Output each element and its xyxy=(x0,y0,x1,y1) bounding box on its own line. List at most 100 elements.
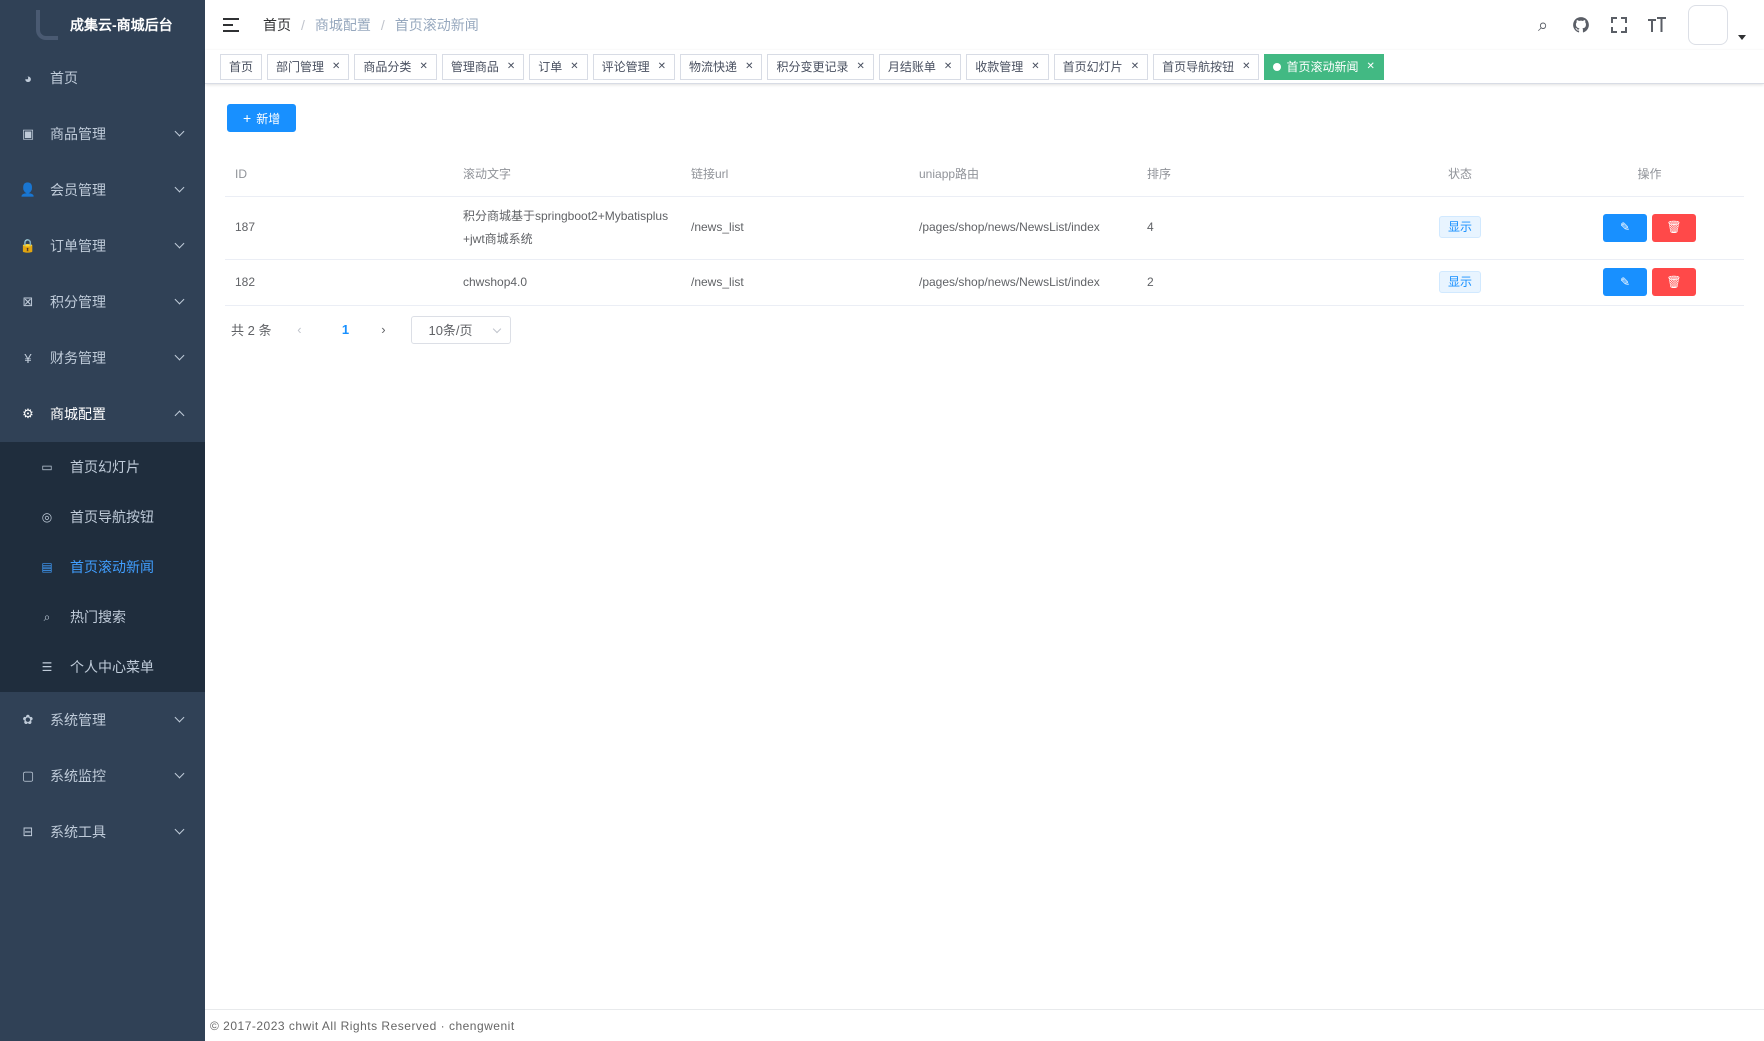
tag-news-active[interactable]: 首页滚动新闻 ✕ xyxy=(1264,53,1384,80)
caret-down-icon[interactable] xyxy=(1738,34,1746,40)
tag-home[interactable]: 首页 xyxy=(220,53,263,80)
sidebar-subitem-label: 热门搜索 xyxy=(70,609,126,625)
tag-dept[interactable]: 部门管理 ✕ xyxy=(267,53,350,80)
sidebar-subitem-nav-buttons[interactable]: ◎ 首页导航按钮 xyxy=(0,492,205,542)
table-row: 182 chwshop4.0 /news_list /pages/shop/ne… xyxy=(225,259,1744,306)
avatar[interactable] xyxy=(1688,5,1728,45)
sidebar-subitem-label: 个人中心菜单 xyxy=(70,659,154,675)
cell-text-line: 积分商城基于springboot2+Mybatisplus xyxy=(463,208,669,223)
sidebar-item-home[interactable]: ◕ 首页 xyxy=(0,50,205,106)
close-icon[interactable]: ✕ xyxy=(1367,55,1375,79)
close-icon[interactable]: ✕ xyxy=(944,55,952,79)
tag-label: 物流快递 xyxy=(689,59,738,74)
sidebar-item-label: 系统监控 xyxy=(50,768,106,784)
sidebar-subitem-label: 首页导航按钮 xyxy=(70,509,154,525)
sidebar-subitem-slides[interactable]: ▭ 首页幻灯片 xyxy=(0,442,205,492)
delete-button[interactable]: 🗑 xyxy=(1652,213,1696,242)
add-button[interactable]: + 新增 xyxy=(227,104,297,132)
close-icon[interactable]: ✕ xyxy=(332,55,340,79)
points-icon: ⊠ xyxy=(22,294,34,309)
tag-points-log[interactable]: 积分变更记录 ✕ xyxy=(767,53,874,80)
shopping-icon: ▣ xyxy=(21,126,35,141)
delete-button[interactable]: 🗑 xyxy=(1652,268,1696,296)
close-icon[interactable]: ✕ xyxy=(856,55,864,79)
edit-button[interactable]: ✎ xyxy=(1603,268,1647,296)
tag-monthly-bill[interactable]: 月结账单 ✕ xyxy=(878,53,962,80)
sidebar-item-points[interactable]: ⊠ 积分管理 xyxy=(0,274,205,330)
sidebar-subitem-hot-search[interactable]: ⌕ 热门搜索 xyxy=(0,592,205,642)
sidebar-subitem-user-menu[interactable]: ☰ 个人中心菜单 xyxy=(0,642,205,692)
tag-slides[interactable]: 首页幻灯片 ✕ xyxy=(1053,53,1149,80)
sidebar-item-finance[interactable]: ¥ 财务管理 xyxy=(0,330,205,386)
cell-text: 积分商城基于springboot2+Mybatisplus +jwt商城系统 xyxy=(453,196,681,260)
next-page-icon[interactable]: › xyxy=(371,322,395,337)
tag-orders[interactable]: 订单 ✕ xyxy=(529,53,588,80)
chevron-down-icon xyxy=(174,126,185,137)
cell-url: /news_list xyxy=(681,259,909,306)
tag-logistics[interactable]: 物流快递 ✕ xyxy=(680,53,763,80)
column-header-status: 状态 xyxy=(1365,152,1555,197)
search-icon[interactable]: ⌕ xyxy=(1532,14,1554,36)
tag-comments[interactable]: 评论管理 ✕ xyxy=(592,53,676,80)
page-size-select[interactable]: 10条/页 xyxy=(411,315,512,344)
sidebar-item-members[interactable]: 👤 会员管理 xyxy=(0,162,205,218)
plus-icon: + xyxy=(243,110,252,126)
tag-label: 月结账单 xyxy=(887,59,936,74)
page-number-current[interactable]: 1 xyxy=(333,322,357,337)
chevron-down-icon xyxy=(493,324,502,333)
sidebar-item-label: 首页 xyxy=(50,70,78,86)
column-header-text: 滚动文字 xyxy=(453,152,681,197)
tag-nav-buttons[interactable]: 首页导航按钮 ✕ xyxy=(1153,53,1260,80)
news-table: ID 滚动文字 链接url uniapp路由 排序 状态 操作 187 积分商城… xyxy=(225,152,1744,306)
logo[interactable]: 成集云-商城后台 xyxy=(0,0,205,50)
tag-goods[interactable]: 管理商品 ✕ xyxy=(441,53,525,80)
fullscreen-icon[interactable] xyxy=(1608,14,1630,36)
tag-label: 积分变更记录 xyxy=(776,59,849,74)
close-icon[interactable]: ✕ xyxy=(507,55,515,79)
font-size-icon[interactable] xyxy=(1646,14,1668,36)
table-row: 187 积分商城基于springboot2+Mybatisplus +jwt商城系… xyxy=(225,196,1744,260)
github-icon[interactable] xyxy=(1570,14,1592,36)
chevron-down-icon xyxy=(174,294,185,305)
sidebar-item-tools[interactable]: ⊟ 系统工具 xyxy=(0,804,205,860)
tag-label: 首页滚动新闻 xyxy=(1286,59,1359,74)
list-icon: ☰ xyxy=(41,660,53,674)
lock-icon: 🔒 xyxy=(19,238,37,253)
column-header-sort: 排序 xyxy=(1137,152,1365,197)
hamburger-icon[interactable] xyxy=(223,18,241,32)
submenu-mall-config: ▭ 首页幻灯片 ◎ 首页导航按钮 ▤ 首页滚动新闻 ⌕ 热门搜索 ☰ 个人中心菜… xyxy=(0,442,205,692)
sidebar-item-goods[interactable]: ▣ 商品管理 xyxy=(0,106,205,162)
close-icon[interactable]: ✕ xyxy=(658,55,666,79)
tags-view: 首页 部门管理 ✕ 商品分类 ✕ 管理商品 ✕ 订单 ✕ 评论管理 ✕ 物流快递 ✕ 积分变… xyxy=(205,50,1764,84)
prev-page-icon[interactable]: ‹ xyxy=(287,322,311,337)
close-icon[interactable]: ✕ xyxy=(570,55,578,79)
sidebar-subitem-label: 首页幻灯片 xyxy=(70,459,140,475)
right-menu: ⌕ xyxy=(1516,0,1746,50)
close-icon[interactable]: ✕ xyxy=(1031,55,1039,79)
sidebar: 成集云-商城后台 ◕ 首页 ▣ 商品管理 👤 会员管理 🔒 订单管理 ⊠ 积分管… xyxy=(0,0,205,1041)
close-icon[interactable]: ✕ xyxy=(745,55,753,79)
status-badge: 显示 xyxy=(1438,216,1481,238)
tag-label: 首页导航按钮 xyxy=(1162,59,1235,74)
chevron-down-icon xyxy=(174,712,185,723)
edit-button[interactable]: ✎ xyxy=(1603,213,1647,242)
cell-status: 显示 xyxy=(1365,259,1555,306)
close-icon[interactable]: ✕ xyxy=(1131,55,1139,79)
sidebar-item-monitor[interactable]: ▢ 系统监控 xyxy=(0,748,205,804)
close-icon[interactable]: ✕ xyxy=(419,55,427,79)
trash-icon: 🗑 xyxy=(1666,220,1682,234)
sidebar-item-mall-config[interactable]: ⚙ 商城配置 xyxy=(0,386,205,442)
sidebar-subitem-news[interactable]: ▤ 首页滚动新闻 xyxy=(0,542,205,592)
tag-category[interactable]: 商品分类 ✕ xyxy=(354,53,437,80)
tag-label: 首页幻灯片 xyxy=(1062,59,1123,74)
close-icon[interactable]: ✕ xyxy=(1242,55,1250,79)
breadcrumb-item-home[interactable]: 首页 xyxy=(263,15,291,35)
sidebar-item-system[interactable]: ✿ 系统管理 xyxy=(0,692,205,748)
breadcrumb-separator: / xyxy=(301,17,305,33)
active-dot-icon xyxy=(1273,62,1282,71)
column-header-actions: 操作 xyxy=(1555,152,1744,197)
sidebar-item-label: 会员管理 xyxy=(50,182,106,198)
tag-payment[interactable]: 收款管理 ✕ xyxy=(966,53,1049,80)
cell-id: 182 xyxy=(225,259,453,306)
sidebar-item-orders[interactable]: 🔒 订单管理 xyxy=(0,218,205,274)
